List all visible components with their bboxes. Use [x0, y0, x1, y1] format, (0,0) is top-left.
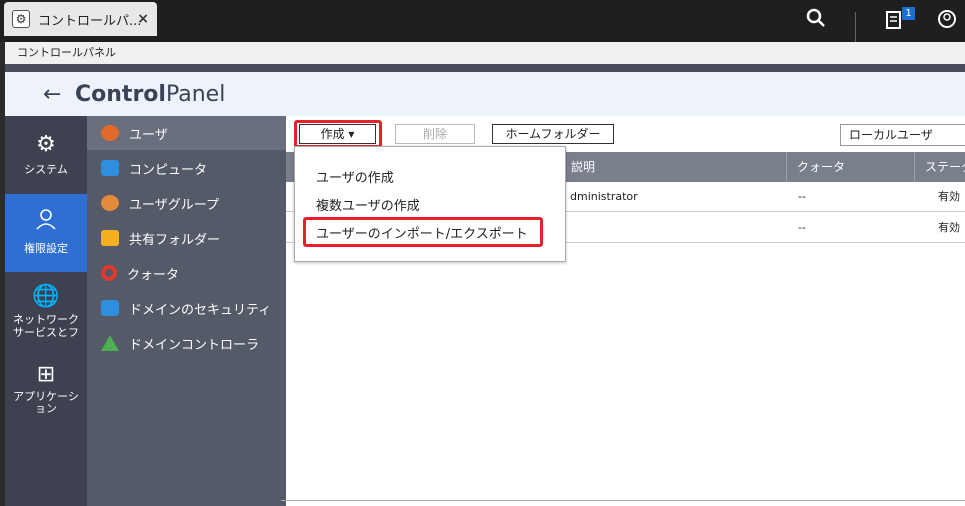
create-button[interactable]: 作成 ▾ — [299, 124, 376, 144]
topbar-divider — [855, 12, 856, 42]
nav-applications[interactable]: ⊞ アプリケーション — [5, 362, 87, 422]
sync-icon[interactable] — [936, 8, 958, 35]
sidebar-item-user[interactable]: ユーザ — [87, 116, 286, 150]
globe-icon: 🌐 — [32, 284, 60, 309]
sidebar-item-quota[interactable]: クォータ — [87, 256, 286, 290]
home-folder-button[interactable]: ホームフォルダー — [492, 124, 614, 144]
grid-icon: ⊞ — [36, 362, 56, 387]
sidebar-item-domain-security[interactable]: ドメインのセキュリティ — [87, 291, 286, 325]
nav-system[interactable]: ⚙ システム — [5, 126, 87, 182]
gear-icon: ⚙ — [12, 10, 30, 28]
nav-privilege[interactable]: 権限設定 — [5, 194, 87, 272]
menu-item-import-export[interactable]: ユーザーのインポート/エクスポート — [316, 223, 528, 242]
domain-controller-icon — [101, 335, 119, 351]
notification-icon[interactable] — [884, 8, 904, 35]
back-arrow-icon[interactable]: ← — [43, 82, 61, 107]
sidebar-item-domain-controller[interactable]: ドメインコントローラ — [87, 326, 286, 360]
user-group-icon — [101, 195, 119, 211]
gear-icon: ⚙ — [36, 132, 56, 157]
dropdown-arrow-icon: ▾ — [348, 127, 355, 141]
menu-item-create-multiple-users[interactable]: 複数ユーザの作成 — [316, 195, 420, 214]
tab-title: コントロールパ... — [38, 13, 142, 29]
sidebar-item-user-group[interactable]: ユーザグループ — [87, 186, 286, 220]
column-header-status[interactable]: ステータ — [914, 152, 965, 182]
user-type-select[interactable]: ローカルユーザ — [840, 124, 965, 146]
secondary-nav: ユーザ コンピュータ ユーザグループ 共有フォルダー クォータ ドメインのセキュ… — [87, 116, 286, 506]
tab-close-button[interactable]: × — [137, 11, 149, 27]
column-header-description[interactable]: 説明 — [561, 152, 786, 182]
user-icon — [101, 125, 119, 141]
primary-nav: ⚙ システム 権限設定 🌐 ネットワーク サービスとフ ⊞ アプリケーション — [5, 116, 87, 506]
app-header: ← ControlPanel — [5, 72, 965, 116]
sidebar-item-computer[interactable]: コンピュータ — [87, 151, 286, 185]
window-title: コントロールパネル — [5, 42, 965, 64]
control-panel-window: コントロールパネル ← ControlPanel ⚙ システム 権限設定 🌐 ネ… — [5, 42, 965, 506]
create-dropdown-menu: ユーザの作成 複数ユーザの作成 ユーザーのインポート/エクスポート — [294, 146, 566, 262]
window-strip — [5, 64, 965, 72]
menu-item-create-user[interactable]: ユーザの作成 — [316, 167, 394, 186]
computer-icon — [101, 160, 119, 176]
app-brand: ControlPanel — [75, 82, 226, 107]
domain-security-icon — [101, 300, 119, 316]
browser-topbar: ⚙ コントロールパ... × 1 — [0, 0, 965, 42]
browser-tab[interactable]: ⚙ コントロールパ... × — [4, 2, 157, 36]
sidebar-item-shared-folder[interactable]: 共有フォルダー — [87, 221, 286, 255]
user-icon — [5, 208, 87, 236]
nav-network[interactable]: 🌐 ネットワーク サービスとフ — [5, 284, 87, 344]
folder-icon — [101, 230, 119, 246]
notification-badge: 1 — [902, 7, 915, 20]
delete-button[interactable]: 削除 — [395, 124, 475, 144]
bottom-divider — [281, 500, 965, 501]
quota-icon — [101, 265, 117, 281]
column-header-quota[interactable]: クォータ — [786, 152, 914, 182]
search-icon[interactable] — [806, 8, 826, 33]
